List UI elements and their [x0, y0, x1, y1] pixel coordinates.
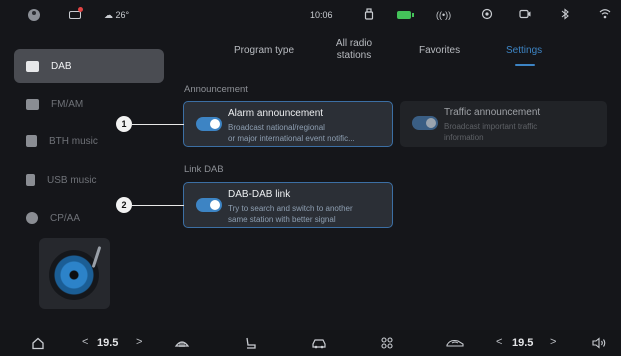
card-description-line: Try to search and switch to another — [228, 204, 353, 213]
traffic-announcement-card[interactable]: Traffic announcement Broadcast important… — [400, 101, 607, 147]
active-tab-indicator — [515, 64, 535, 66]
left-temperature: 19.5 — [97, 337, 119, 349]
wifi-icon — [599, 9, 611, 19]
section-title-link-dab: Link DAB — [184, 164, 224, 175]
tab-all-radio-stations[interactable]: All radio stations — [326, 38, 382, 62]
clock: 10:06 — [310, 10, 333, 20]
card-description-line: or major international event notific... — [228, 134, 355, 143]
card-description: Broadcast national/regional or major int… — [228, 122, 394, 144]
home-icon[interactable] — [31, 336, 45, 350]
weather-text: ☁ 26° — [104, 10, 130, 20]
callout-line-1 — [132, 124, 184, 125]
sidebar-item-bth-music[interactable]: BTH music — [14, 124, 164, 158]
callout-marker-2: 2 — [116, 197, 132, 213]
card-description-line: same station with better signal — [228, 215, 336, 224]
sidebar-item-fm-am[interactable]: FM/AM — [14, 87, 164, 121]
sidebar-item-usb-music[interactable]: USB music — [14, 163, 164, 197]
card-title: Traffic announcement — [444, 107, 541, 118]
radio-icon — [26, 98, 39, 110]
sidebar-item-label: USB music — [47, 174, 97, 186]
bluetooth-icon — [561, 8, 569, 20]
alarm-announcement-toggle[interactable] — [196, 117, 222, 131]
sidebar-item-label: DAB — [51, 60, 72, 72]
traffic-announcement-toggle[interactable] — [412, 116, 438, 130]
dab-dab-link-toggle[interactable] — [196, 198, 222, 212]
card-title: Alarm announcement — [228, 108, 324, 119]
left-temp-increase-button[interactable]: > — [136, 336, 142, 348]
radio-signal-icon: ((•)) — [436, 10, 452, 20]
tab-program-type[interactable]: Program type — [234, 45, 294, 57]
right-temp-decrease-button[interactable]: < — [496, 336, 502, 348]
message-icon[interactable] — [69, 11, 81, 19]
card-description-line: information — [444, 133, 484, 142]
tab-favorites[interactable]: Favorites — [419, 45, 460, 57]
card-description: Try to search and switch to another same… — [228, 203, 394, 225]
tab-settings[interactable]: Settings — [506, 45, 542, 57]
vehicle-status-icon — [364, 8, 374, 20]
notification-dot — [78, 7, 83, 12]
card-title: DAB-DAB link — [228, 189, 291, 200]
bottom-control-bar: < 19.5 > < 19.5 > — [0, 330, 621, 356]
callout-marker-1: 1 — [116, 116, 132, 132]
dab-dab-link-card[interactable]: DAB-DAB link Try to search and switch to… — [183, 182, 393, 228]
seat-heating-icon[interactable] — [243, 336, 257, 350]
callout-line-2 — [132, 205, 184, 206]
battery-icon — [397, 11, 414, 19]
right-temp-increase-button[interactable]: > — [550, 336, 556, 348]
sidebar-item-cp-aa[interactable]: CP/AA — [14, 201, 164, 235]
front-defrost-icon[interactable] — [174, 336, 190, 350]
card-description-line: Broadcast national/regional — [228, 123, 325, 132]
now-playing-artwork[interactable] — [39, 238, 110, 309]
avatar-icon[interactable] — [28, 9, 40, 21]
camera-icon — [519, 9, 531, 19]
sidebar-item-dab[interactable]: DAB — [14, 49, 164, 83]
right-temperature: 19.5 — [512, 337, 534, 349]
section-title-announcement: Announcement — [184, 84, 248, 95]
vinyl-disc-icon — [49, 250, 99, 300]
car-icon[interactable] — [311, 336, 326, 350]
volume-icon[interactable] — [591, 336, 606, 350]
dab-radio-icon — [26, 60, 39, 72]
card-description-line: Broadcast important traffic — [444, 122, 538, 131]
status-bar: ☁ 26° 10:06 ((•)) — [0, 0, 621, 32]
left-temp-decrease-button[interactable]: < — [82, 336, 88, 348]
carplay-icon — [26, 212, 38, 224]
location-icon — [481, 8, 493, 20]
sidebar-item-label: FM/AM — [51, 98, 84, 110]
sidebar-item-label: BTH music — [49, 135, 98, 147]
app-grid-icon[interactable] — [380, 336, 394, 350]
alarm-announcement-card[interactable]: Alarm announcement Broadcast national/re… — [183, 101, 393, 147]
sidebar-item-label: CP/AA — [50, 212, 81, 224]
bluetooth-music-icon — [26, 135, 37, 147]
card-description: Broadcast important traffic information — [444, 121, 610, 143]
usb-icon — [26, 174, 35, 186]
air-circulation-icon[interactable] — [446, 336, 464, 350]
media-screen: ☁ 26° 10:06 ((•)) DAB FM/AM BTH music US… — [0, 0, 621, 356]
